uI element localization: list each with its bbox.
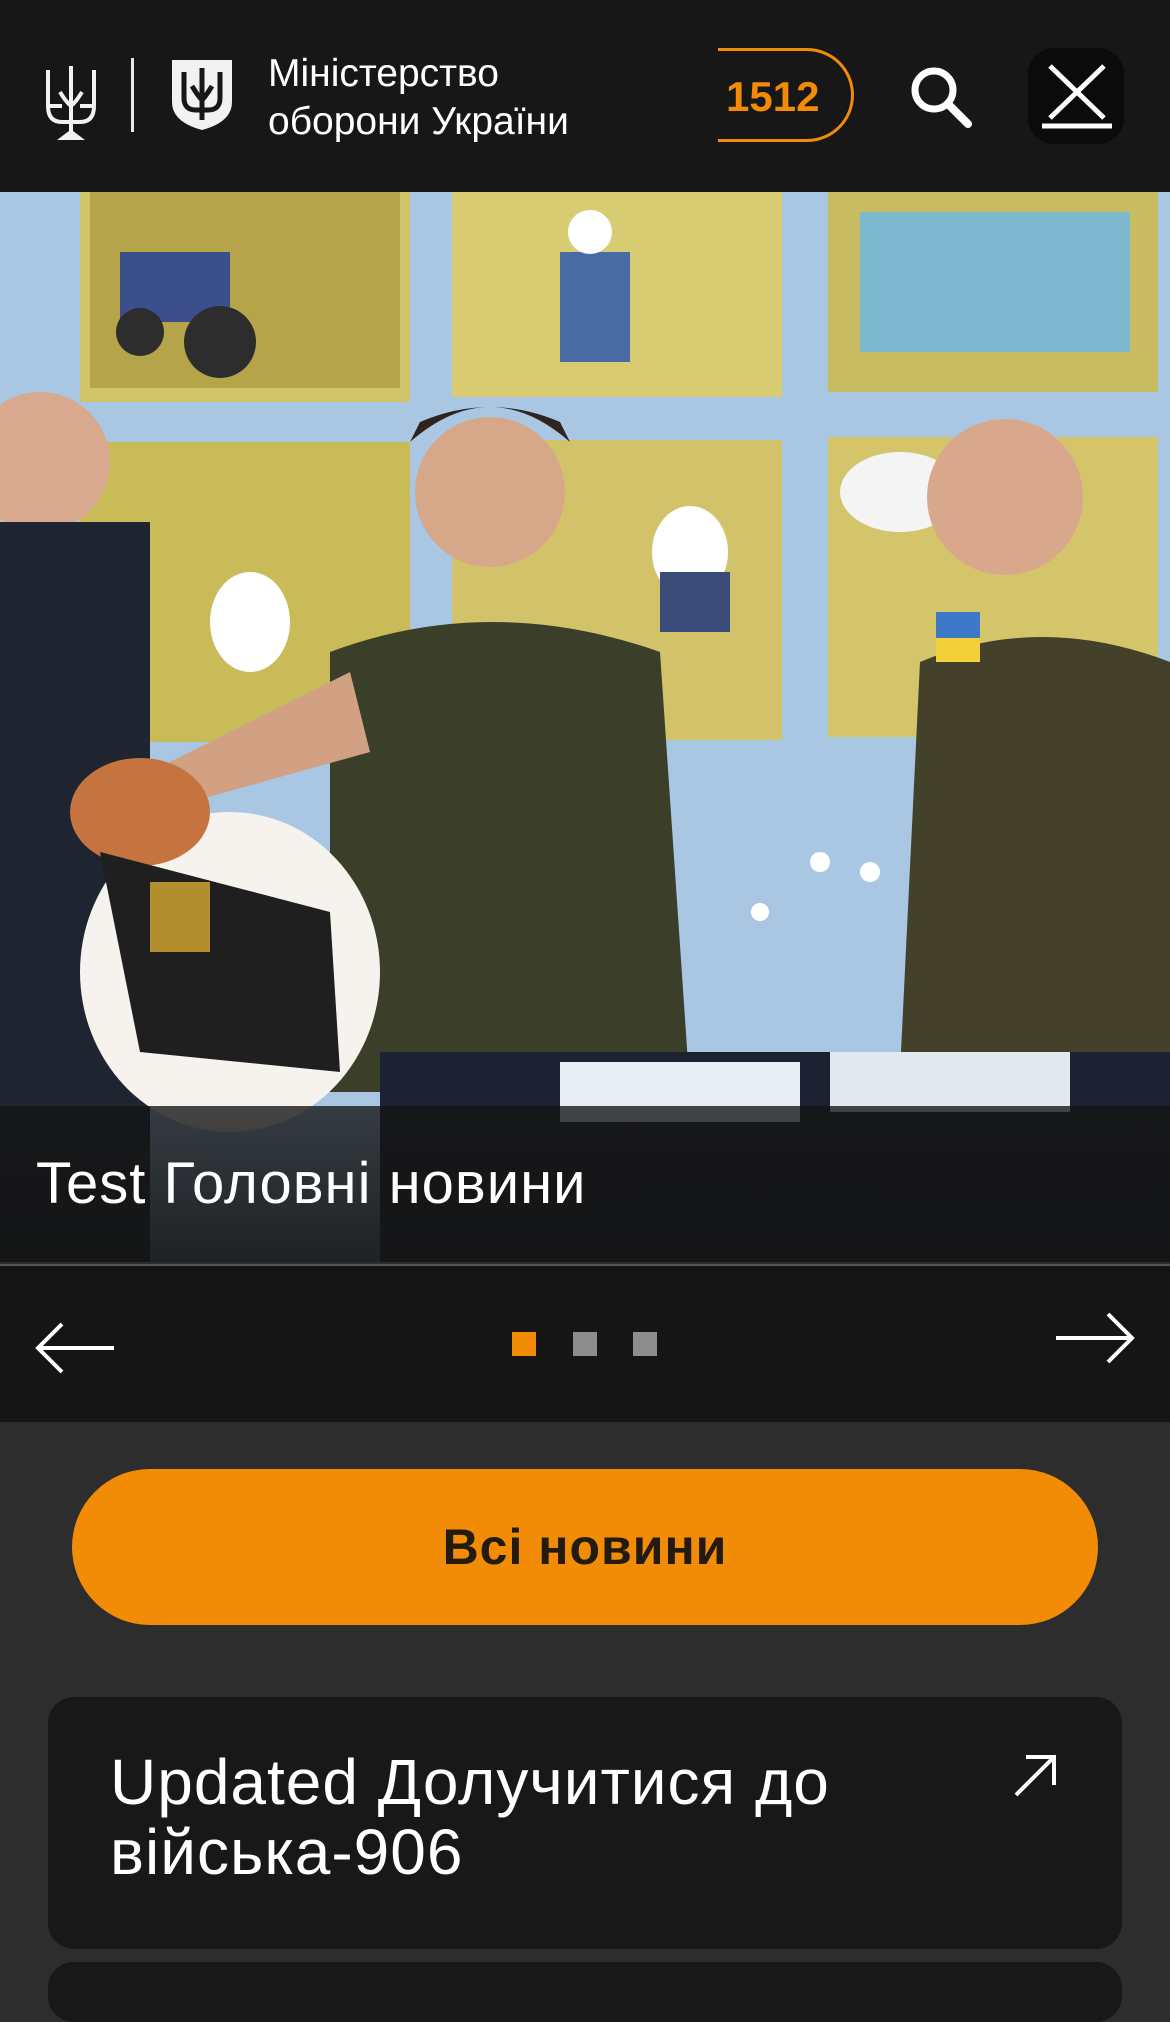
- news-card-next[interactable]: [48, 1962, 1122, 2022]
- arrow-right-icon[interactable]: [1052, 1308, 1136, 1368]
- slide-dot-3[interactable]: [633, 1332, 657, 1356]
- news-card-title: Updated Долучитися до війська-906: [110, 1746, 830, 1888]
- close-menu-button[interactable]: [1028, 48, 1124, 144]
- external-link-arrow-icon: [1014, 1755, 1056, 1797]
- hero-news-image[interactable]: [0, 192, 1170, 1262]
- news-card[interactable]: Updated Долучитися до війська-906: [48, 1697, 1122, 1949]
- all-news-button[interactable]: Всі новини: [72, 1469, 1098, 1625]
- hero-photo: [0, 192, 1170, 1262]
- search-icon[interactable]: [906, 62, 976, 132]
- ministry-name[interactable]: Міністерство оборони України: [268, 50, 628, 146]
- site-header: Міністерство оборони України 1512: [0, 0, 1170, 192]
- logo-divider: [131, 58, 134, 132]
- hotline-button[interactable]: 1512: [718, 48, 854, 142]
- hotline-number: 1512: [726, 73, 820, 120]
- mod-shield-icon[interactable]: [170, 58, 234, 132]
- close-icon: [1042, 64, 1112, 129]
- slide-dot-1-active[interactable]: [512, 1332, 536, 1356]
- trident-icon[interactable]: [44, 62, 98, 140]
- slide-dot-2[interactable]: [573, 1332, 597, 1356]
- hero-caption[interactable]: Test Головні новини: [36, 1150, 587, 1217]
- arrow-left-icon[interactable]: [34, 1318, 118, 1378]
